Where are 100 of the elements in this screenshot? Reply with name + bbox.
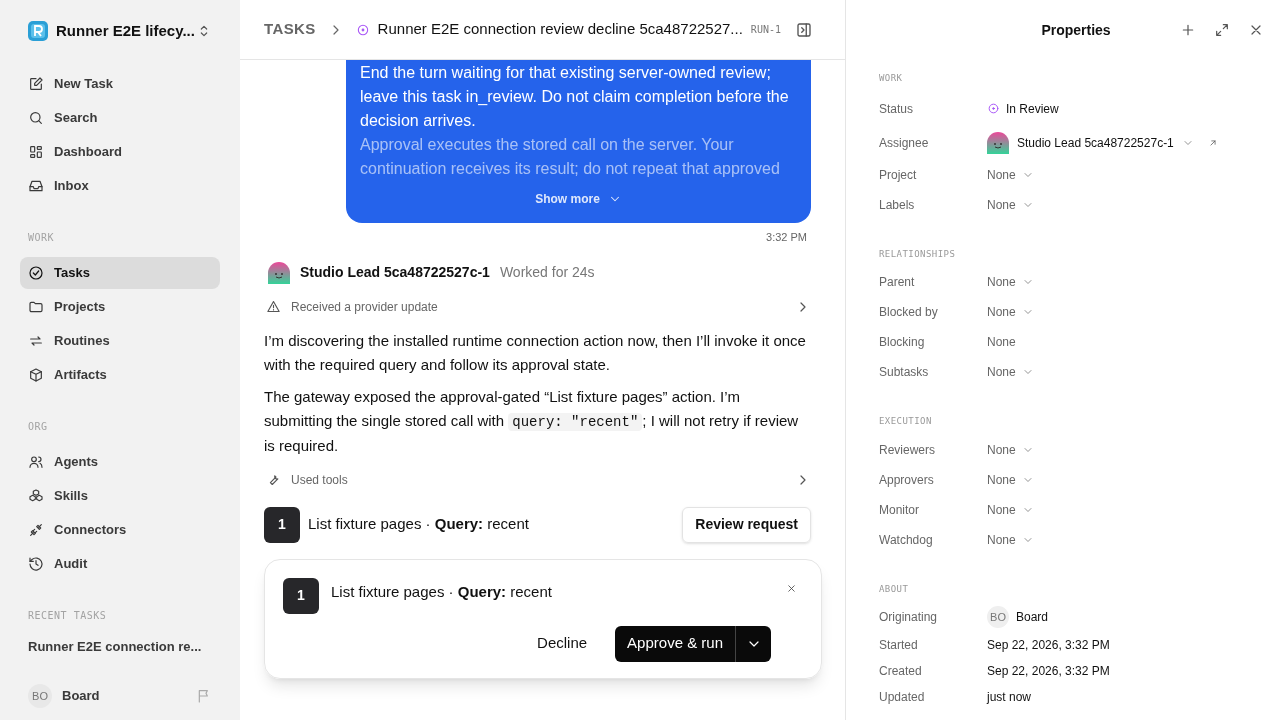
sidebar-item[interactable]: Projects (20, 291, 220, 323)
plus-icon (1180, 22, 1196, 38)
property-value: Sep 22, 2026, 3:32 PM (987, 637, 1110, 654)
property-label: Monitor (879, 501, 920, 519)
open-link-button[interactable] (1207, 137, 1218, 148)
sidebar-item[interactable]: Artifacts (20, 359, 220, 391)
status-circle-icon (355, 22, 370, 37)
cubes-icon (28, 488, 44, 504)
sidebar-item[interactable]: Search (20, 102, 220, 134)
property-value: None (987, 334, 1016, 351)
sidebar-item[interactable]: Dashboard (20, 136, 220, 168)
users-icon (28, 454, 44, 470)
sidebar-panel-icon (795, 20, 813, 39)
message-time: 3:32 PM (766, 230, 807, 245)
property-selector[interactable]: None (987, 470, 1034, 489)
property-label: Blocked by (879, 304, 939, 321)
property-selector[interactable]: None (987, 195, 1034, 214)
section-heading: EXECUTION (879, 415, 933, 428)
message-text: Approval executes the stored call on the server. Your continuation receives its result; do not repeat that approved (360, 135, 781, 179)
expand-button[interactable] (1214, 22, 1230, 38)
approve-button[interactable]: Approve & run (615, 625, 736, 662)
property-selector[interactable]: None (987, 363, 1034, 381)
agent-avatar (987, 131, 1009, 154)
property-label: Parent (879, 274, 916, 291)
property-label: Blocking (879, 334, 926, 351)
user-avatar: BO (987, 606, 1009, 628)
message-text: End the turn waiting for that existing server-owned review; leave this task in_review. Do not claim completion before the decision arrives. (360, 63, 790, 131)
show-more-button[interactable]: Show more (535, 187, 622, 211)
agent-avatar (268, 261, 290, 284)
assignee-selector[interactable]: Studio Lead 5ca48722527c-1 (987, 131, 1194, 154)
property-label: Updated (879, 689, 926, 706)
agent-message: The gateway exposed the approval-gated “List fixture pages” action. I’m submitting the single stored call with query: "recent" ; I will not retry if review is required. (264, 386, 800, 456)
request-number: 1 (283, 577, 319, 614)
event-row[interactable]: Received a provider update (264, 297, 811, 316)
property-label: Assignee (879, 134, 930, 152)
run-id: RUN-1 (750, 23, 781, 37)
history-icon (28, 556, 44, 572)
expand-icon (1214, 22, 1230, 38)
workspace-switcher[interactable]: Runner E2E lifecy... (56, 19, 212, 43)
status-selector[interactable]: In Review (987, 99, 1059, 118)
property-selector[interactable]: None (987, 530, 1034, 549)
panel-toggle-button[interactable] (795, 20, 813, 39)
request-number: 1 (264, 506, 300, 543)
user-name: Board (62, 687, 101, 706)
agent-name: Studio Lead 5ca48722527c-1 (300, 263, 490, 282)
sidebar-item[interactable]: Agents (20, 446, 220, 478)
property-label: Started (879, 637, 919, 654)
property-label: Watchdog (879, 531, 934, 549)
property-value: Board (1016, 609, 1049, 626)
sidebar-item[interactable]: Tasks (20, 257, 220, 289)
property-value: Sep 22, 2026, 3:32 PM (987, 663, 1110, 680)
search-icon (28, 110, 44, 126)
box-icon (28, 367, 44, 383)
approve-options-button[interactable] (736, 625, 771, 662)
property-selector[interactable]: None (987, 273, 1034, 291)
property-selector[interactable]: None (987, 440, 1034, 459)
section-heading: WORK (879, 72, 904, 85)
sidebar-item[interactable]: Connectors (20, 514, 220, 546)
sidebar-item[interactable]: Audit (20, 548, 220, 580)
property-selector[interactable]: None (987, 165, 1034, 184)
agent-message: I’m discovering the installed runtime connection action now, then I’ll invoke it once with the required query and follow its approval state. (264, 330, 807, 375)
check-circle-icon (28, 265, 44, 281)
section-heading: ORG (27, 420, 49, 434)
close-icon (786, 582, 797, 594)
property-label: Created (879, 663, 923, 680)
plug-icon (28, 522, 44, 538)
property-label: Reviewers (879, 441, 936, 459)
close-button[interactable] (786, 582, 797, 594)
request-summary: List fixture pages · Query: recent (331, 581, 553, 602)
arrow-up-right-icon (1207, 137, 1218, 148)
review-request-button[interactable]: Review request (682, 506, 811, 543)
panel-title: Properties (1040, 20, 1112, 40)
sidebar-item[interactable]: New Task (20, 68, 220, 100)
section-heading: WORK (27, 231, 56, 245)
work-duration: Worked for 24s (499, 263, 595, 282)
property-selector[interactable]: None (987, 500, 1034, 519)
property-label: Status (879, 100, 915, 118)
folder-icon (28, 299, 44, 315)
used-tools-row[interactable]: Used tools (264, 470, 811, 489)
sidebar-item[interactable]: Skills (20, 480, 220, 512)
add-button[interactable] (1180, 22, 1196, 38)
property-label: Project (879, 166, 918, 184)
sidebar-item[interactable]: Inbox (20, 170, 220, 202)
inbox-icon (28, 178, 44, 194)
decline-button[interactable]: Decline (523, 625, 602, 662)
property-label: Approvers (879, 471, 935, 489)
dashboard-icon (28, 144, 44, 160)
task-title: Runner E2E connection review decline 5ca48722527... (377, 19, 743, 40)
property-selector[interactable]: None (987, 303, 1034, 321)
breadcrumb-link[interactable]: TASKS (264, 18, 316, 41)
request-summary: List fixture pages · Query: recent (308, 514, 530, 535)
status-circle-icon (987, 102, 1000, 115)
user-avatar: BO (28, 684, 52, 708)
property-label: Subtasks (879, 364, 930, 381)
sidebar-item[interactable]: Routines (20, 325, 220, 357)
property-label: Labels (879, 196, 916, 214)
section-heading: RELATIONSHIPS (879, 247, 957, 261)
pencil-square-icon (28, 76, 44, 92)
recent-task-link[interactable]: Runner E2E connection re... (20, 637, 220, 657)
property-value: just now (987, 689, 1032, 706)
